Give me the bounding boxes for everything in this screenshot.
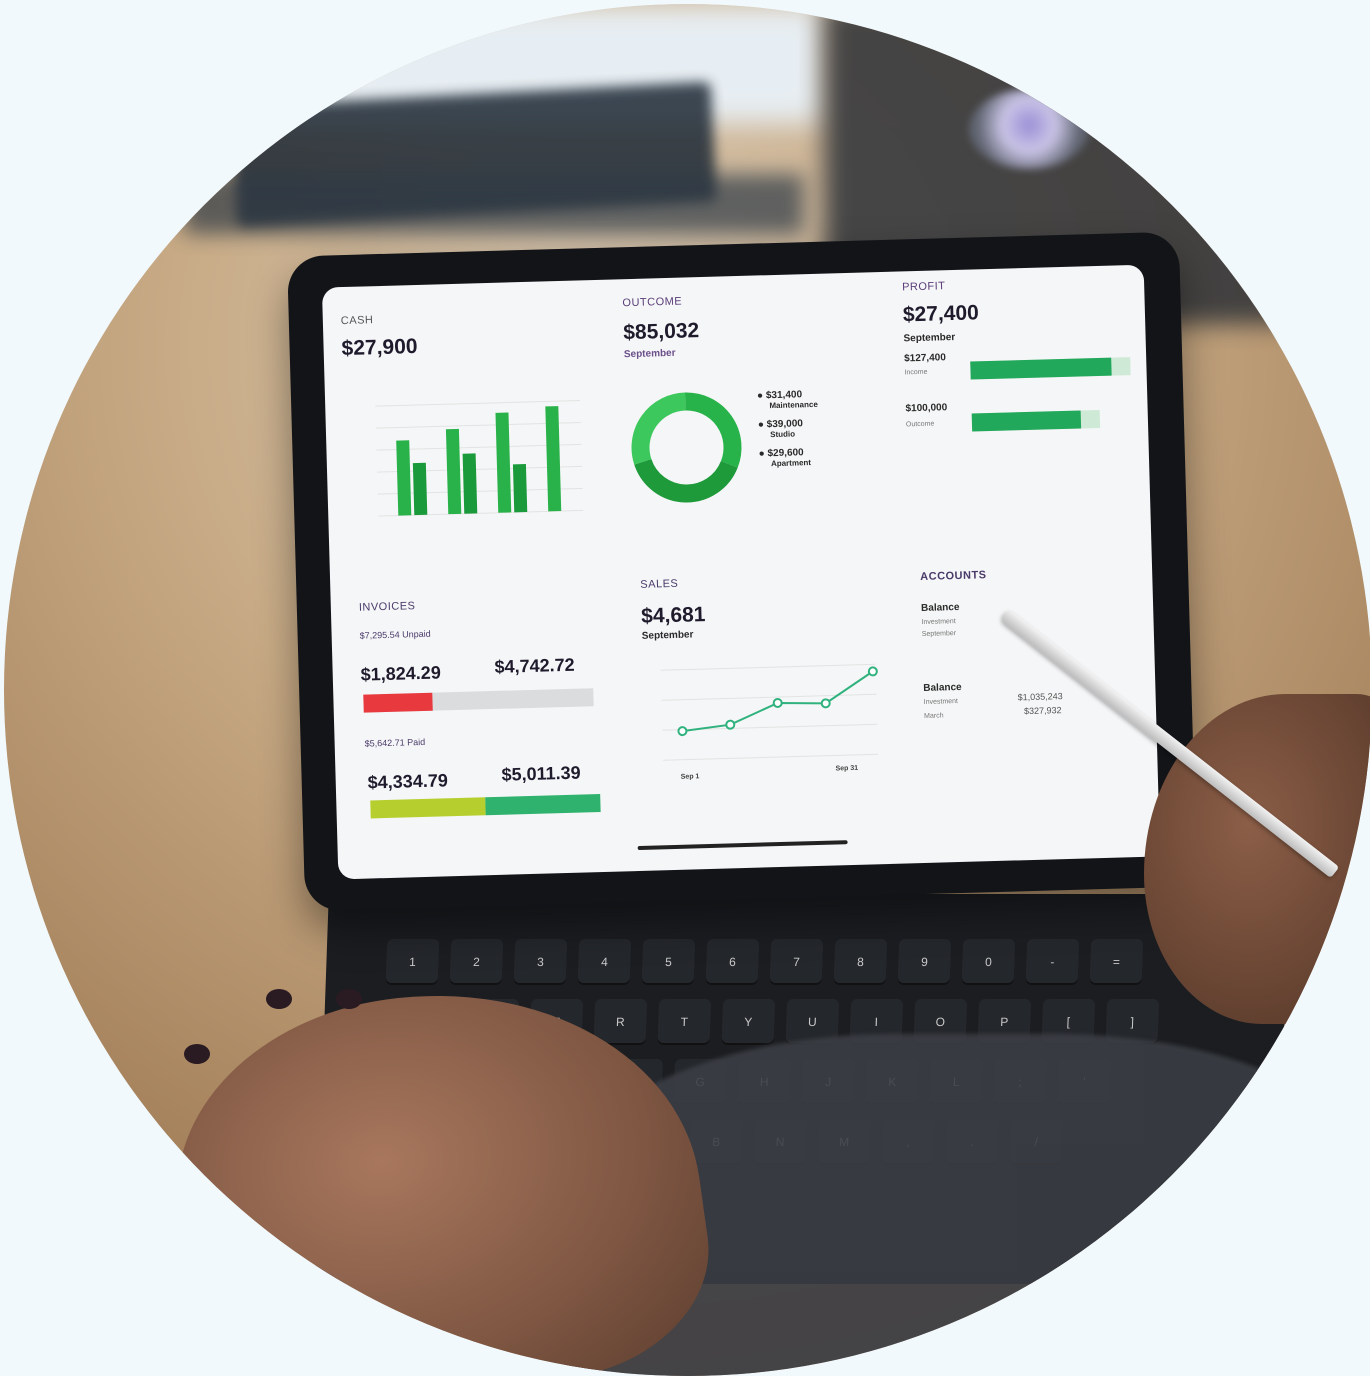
bar-mark [462, 453, 478, 514]
profit-income-track [970, 357, 1131, 380]
profit-period: September [903, 331, 956, 345]
accounts-balance2-value2: $327,932 [1023, 705, 1062, 717]
donut-slice [684, 392, 742, 468]
keyboard-key[interactable]: T [657, 999, 712, 1045]
invoices-label: INVOICES [358, 600, 416, 614]
profit-income-bar [970, 357, 1112, 380]
fingernail [266, 989, 292, 1009]
invoices-paid-a: $4,334.79 [367, 770, 449, 793]
invoices-paid-fill-b [485, 794, 601, 816]
profit-outcome-value: $100,000 [905, 402, 948, 415]
sales-period: September [641, 629, 694, 642]
legend-item: ● $29,600 Apartment [759, 447, 820, 469]
cash-bar-chart [375, 399, 584, 517]
outcome-label: OUTCOME [622, 295, 683, 310]
outcome-period: September [623, 347, 676, 361]
fingernail [336, 989, 362, 1009]
bar-mark [412, 462, 428, 516]
invoices-paid-bar [370, 794, 601, 819]
outcome-legend: ● $31,400 Maintenance ● $39,000 Studio ● $29… [757, 389, 820, 478]
invoices-unpaid-a: $1,824.29 [360, 662, 442, 685]
donut-slice [634, 458, 738, 503]
invoices-paid-fill-a [370, 797, 486, 819]
photo-circle: 1234567890-=QWERTYUIOP[]ASDFGHJKL;'ZXCVB… [4, 4, 1370, 1376]
accounts-balance1-label: Balance [920, 601, 960, 615]
accounts-balance2-row2: March [924, 712, 944, 720]
dashboard-screen: CASH $27,900 OUTCOME $85,032 September ●… [321, 264, 1161, 880]
legend-name: Maintenance [769, 399, 818, 411]
accounts-balance2-value1: $1,035,243 [1017, 691, 1063, 703]
keyboard-key[interactable]: 3 [513, 939, 568, 985]
outcome-donut-chart [631, 392, 742, 503]
keyboard-key[interactable]: 4 [577, 939, 632, 985]
invoices-unpaid: $7,295.54 Unpaid [359, 628, 431, 641]
keyboard-key[interactable]: = [1089, 939, 1144, 985]
background-cup [969, 89, 1089, 169]
keyboard-key[interactable]: 8 [833, 939, 888, 985]
legend-item: ● $39,000 Studio [758, 418, 819, 440]
grid-line [663, 753, 879, 761]
keyboard-key[interactable]: 2 [449, 939, 504, 985]
sales-line-chart [660, 663, 879, 761]
keyboard-key[interactable]: 7 [769, 939, 824, 985]
accounts-label: ACCOUNTS [920, 569, 987, 584]
accounts-balance2-row1: Investment [923, 698, 959, 706]
cash-label: CASH [340, 314, 374, 328]
legend-name: Studio [770, 429, 796, 440]
accounts-balance2-label: Balance [923, 681, 962, 694]
keyboard-key[interactable]: Y [721, 999, 776, 1045]
sales-x-start: Sep 1 [680, 773, 700, 781]
keyboard-key[interactable]: R [593, 999, 648, 1045]
legend-item: ● $31,400 Maintenance [757, 389, 818, 411]
sales-x-end: Sep 31 [835, 764, 859, 773]
keyboard-key[interactable]: 5 [641, 939, 696, 985]
profit-outcome-track [971, 409, 1101, 432]
fingernail [184, 1044, 210, 1064]
sales-point [867, 666, 878, 677]
sales-label: SALES [640, 577, 679, 591]
home-indicator [637, 840, 848, 851]
outcome-value: $85,032 [622, 319, 700, 345]
sales-point [725, 719, 736, 730]
invoices-unpaid-fill [363, 692, 433, 713]
invoices-unpaid-b: $4,742.72 [494, 654, 575, 677]
sales-point [772, 697, 783, 708]
bar-mark [512, 463, 528, 513]
profit-income-value: $127,400 [903, 352, 946, 365]
keyboard-key[interactable]: 1 [385, 939, 440, 985]
keyboard-key[interactable]: 0 [961, 939, 1016, 985]
profit-label: PROFIT [901, 280, 946, 294]
invoices-paid: $5,642.71 Paid [364, 736, 426, 749]
sales-value: $4,681 [640, 603, 706, 628]
invoices-paid-b: $5,011.39 [501, 762, 581, 785]
profit-outcome-bar [971, 410, 1081, 432]
cash-value: $27,900 [341, 334, 418, 361]
keyboard-key[interactable]: 9 [897, 939, 952, 985]
profit-value: $27,400 [902, 301, 980, 327]
sales-point [820, 698, 831, 709]
keyboard-key[interactable]: - [1025, 939, 1080, 985]
invoices-unpaid-bar [363, 688, 594, 713]
bar-mark [445, 428, 462, 515]
profit-income-label: Income [904, 368, 928, 377]
keyboard-key[interactable]: 6 [705, 939, 760, 985]
grid-line [660, 663, 876, 671]
tablet: CASH $27,900 OUTCOME $85,032 September ●… [287, 231, 1197, 912]
bar-mark [545, 406, 562, 512]
profit-outcome-label: Outcome [905, 420, 935, 429]
background-notebook-shadow [184, 174, 804, 234]
bar-mark [495, 412, 512, 513]
bar-mark [396, 440, 412, 516]
sales-point [677, 726, 688, 737]
legend-name: Apartment [770, 458, 812, 469]
accounts-balance1-row2: September [921, 630, 957, 639]
grid-line [661, 693, 877, 701]
grid-line [375, 399, 581, 407]
accounts-balance1-row1: Investment [921, 618, 956, 627]
donut-slice [631, 392, 686, 465]
